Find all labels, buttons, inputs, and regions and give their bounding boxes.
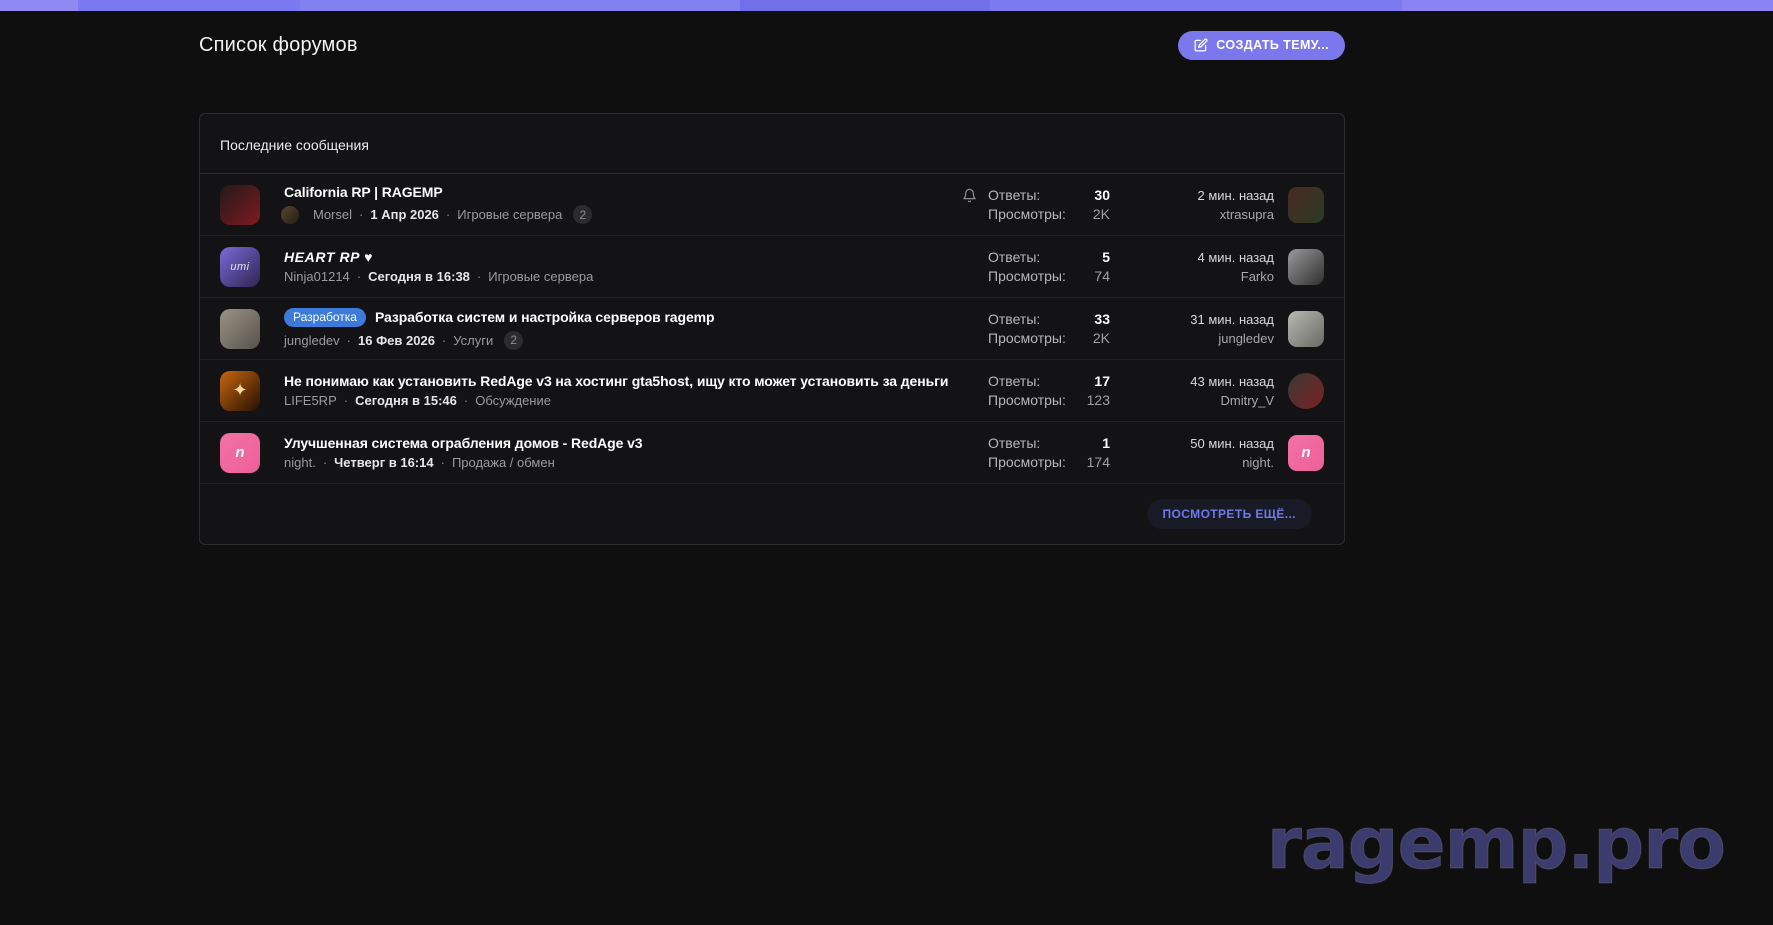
last-post-avatar[interactable] xyxy=(1288,373,1324,409)
thread-date: Сегодня в 16:38 xyxy=(350,269,470,284)
thread-row: n Улучшенная система ограбления домов - … xyxy=(200,422,1344,484)
thread-count-badge: 2 xyxy=(504,331,523,350)
latest-posts-panel: Последние сообщения California RP | RAGE… xyxy=(199,113,1345,545)
thread-label-badge[interactable]: Разработка xyxy=(284,308,366,327)
thread-icon[interactable] xyxy=(220,185,260,225)
views-label: Просмотры: xyxy=(988,329,1066,348)
thread-meta: Morsel 1 Апр 2026 Игровые сервера 2 xyxy=(284,204,962,226)
replies-label: Ответы: xyxy=(988,186,1040,205)
replies-label: Ответы: xyxy=(988,372,1040,391)
panel-title: Последние сообщения xyxy=(200,114,1344,174)
thread-author: jungledev xyxy=(284,333,340,348)
views-value: 123 xyxy=(1087,391,1110,410)
replies-value: 33 xyxy=(1094,310,1110,329)
last-post-user[interactable]: jungledev xyxy=(1134,329,1274,348)
last-post-user[interactable]: xtrasupra xyxy=(1134,205,1274,224)
thread-title[interactable]: Разработка систем и настройка серверов r… xyxy=(375,309,714,325)
views-value: 174 xyxy=(1087,453,1110,472)
last-post-avatar[interactable] xyxy=(1288,187,1324,223)
author-avatar xyxy=(279,204,301,226)
thread-category[interactable]: Игровые сервера xyxy=(470,269,593,284)
thread-author: night. xyxy=(284,455,316,470)
thread-date: Четверг в 16:14 xyxy=(316,455,434,470)
watermark: ragemp.pro xyxy=(1267,802,1725,885)
replies-label: Ответы: xyxy=(988,310,1040,329)
thread-author: Ninja01214 xyxy=(284,269,350,284)
thread-title[interactable]: HEART RP ♥ xyxy=(284,249,373,265)
thread-title[interactable]: Не понимаю как установить RedAge v3 на х… xyxy=(284,373,948,389)
thread-category[interactable]: Продажа / обмен xyxy=(434,455,555,470)
thread-category[interactable]: Игровые сервера xyxy=(439,207,562,222)
last-post-time: 50 мин. назад xyxy=(1134,434,1274,453)
replies-value: 1 xyxy=(1102,434,1110,453)
thread-date: Сегодня в 15:46 xyxy=(337,393,457,408)
replies-value: 5 xyxy=(1102,248,1110,267)
last-post-avatar[interactable]: n xyxy=(1288,435,1324,471)
views-label: Просмотры: xyxy=(988,205,1066,224)
thread-icon[interactable]: ✦ xyxy=(220,371,260,411)
thread-meta: night. Четверг в 16:14 Продажа / обмен xyxy=(284,455,962,470)
thread-icon[interactable]: umi xyxy=(220,247,260,287)
thread-row: Разработка Разработка систем и настройка… xyxy=(200,298,1344,360)
views-label: Просмотры: xyxy=(988,453,1066,472)
create-topic-label: СОЗДАТЬ ТЕМУ... xyxy=(1216,38,1329,52)
thread-date: 1 Апр 2026 xyxy=(352,207,439,222)
page-title: Список форумов xyxy=(199,34,358,57)
thread-date: 16 Фев 2026 xyxy=(340,333,435,348)
views-value: 2K xyxy=(1093,329,1110,348)
last-post-time: 43 мин. назад xyxy=(1134,372,1274,391)
views-label: Просмотры: xyxy=(988,391,1066,410)
edit-icon xyxy=(1194,38,1208,52)
thread-stats: Ответы: 30 Просмотры: 2K xyxy=(988,186,1110,224)
last-post-avatar[interactable] xyxy=(1288,311,1324,347)
thread-title[interactable]: California RP | RAGEMP xyxy=(284,184,443,200)
thread-meta: jungledev 16 Фев 2026 Услуги 2 xyxy=(284,331,962,350)
thread-title[interactable]: Улучшенная система ограбления домов - Re… xyxy=(284,435,642,451)
top-accent-bar xyxy=(0,0,1773,11)
last-post-time: 31 мин. назад xyxy=(1134,310,1274,329)
thread-author: Morsel xyxy=(313,207,352,222)
last-post-user[interactable]: Farko xyxy=(1134,267,1274,286)
replies-label: Ответы: xyxy=(988,434,1040,453)
replies-value: 17 xyxy=(1094,372,1110,391)
thread-count-badge: 2 xyxy=(573,205,592,224)
create-topic-button[interactable]: СОЗДАТЬ ТЕМУ... xyxy=(1178,31,1345,60)
thread-stats: Ответы: 33 Просмотры: 2K xyxy=(988,310,1110,348)
thread-category[interactable]: Услуги xyxy=(435,333,493,348)
thread-row: umi HEART RP ♥ Ninja01214 Сегодня в 16:3… xyxy=(200,236,1344,298)
content-container: Список форумов СОЗДАТЬ ТЕМУ... Последние… xyxy=(199,27,1345,545)
thread-icon[interactable]: n xyxy=(220,433,260,473)
last-post-time: 2 мин. назад xyxy=(1134,186,1274,205)
thread-stats: Ответы: 17 Просмотры: 123 xyxy=(988,372,1110,410)
replies-label: Ответы: xyxy=(988,248,1040,267)
thread-icon[interactable] xyxy=(220,309,260,349)
thread-row: ✦ Не понимаю как установить RedAge v3 на… xyxy=(200,360,1344,422)
bell-icon xyxy=(962,188,988,203)
thread-author: LIFE5RP xyxy=(284,393,337,408)
views-value: 74 xyxy=(1094,267,1110,286)
last-post-avatar[interactable] xyxy=(1288,249,1324,285)
views-label: Просмотры: xyxy=(988,267,1066,286)
page-header: Список форумов СОЗДАТЬ ТЕМУ... xyxy=(199,27,1345,63)
thread-category[interactable]: Обсуждение xyxy=(457,393,551,408)
last-post-time: 4 мин. назад xyxy=(1134,248,1274,267)
thread-meta: LIFE5RP Сегодня в 15:46 Обсуждение xyxy=(284,393,962,408)
thread-stats: Ответы: 1 Просмотры: 174 xyxy=(988,434,1110,472)
views-value: 2K xyxy=(1093,205,1110,224)
thread-meta: Ninja01214 Сегодня в 16:38 Игровые серве… xyxy=(284,269,962,284)
last-post-user[interactable]: night. xyxy=(1134,453,1274,472)
last-post-user[interactable]: Dmitry_V xyxy=(1134,391,1274,410)
show-more-button[interactable]: ПОСМОТРЕТЬ ЕЩЁ... xyxy=(1147,499,1313,529)
thread-stats: Ответы: 5 Просмотры: 74 xyxy=(988,248,1110,286)
replies-value: 30 xyxy=(1094,186,1110,205)
thread-row: California RP | RAGEMP Morsel 1 Апр 2026… xyxy=(200,174,1344,236)
